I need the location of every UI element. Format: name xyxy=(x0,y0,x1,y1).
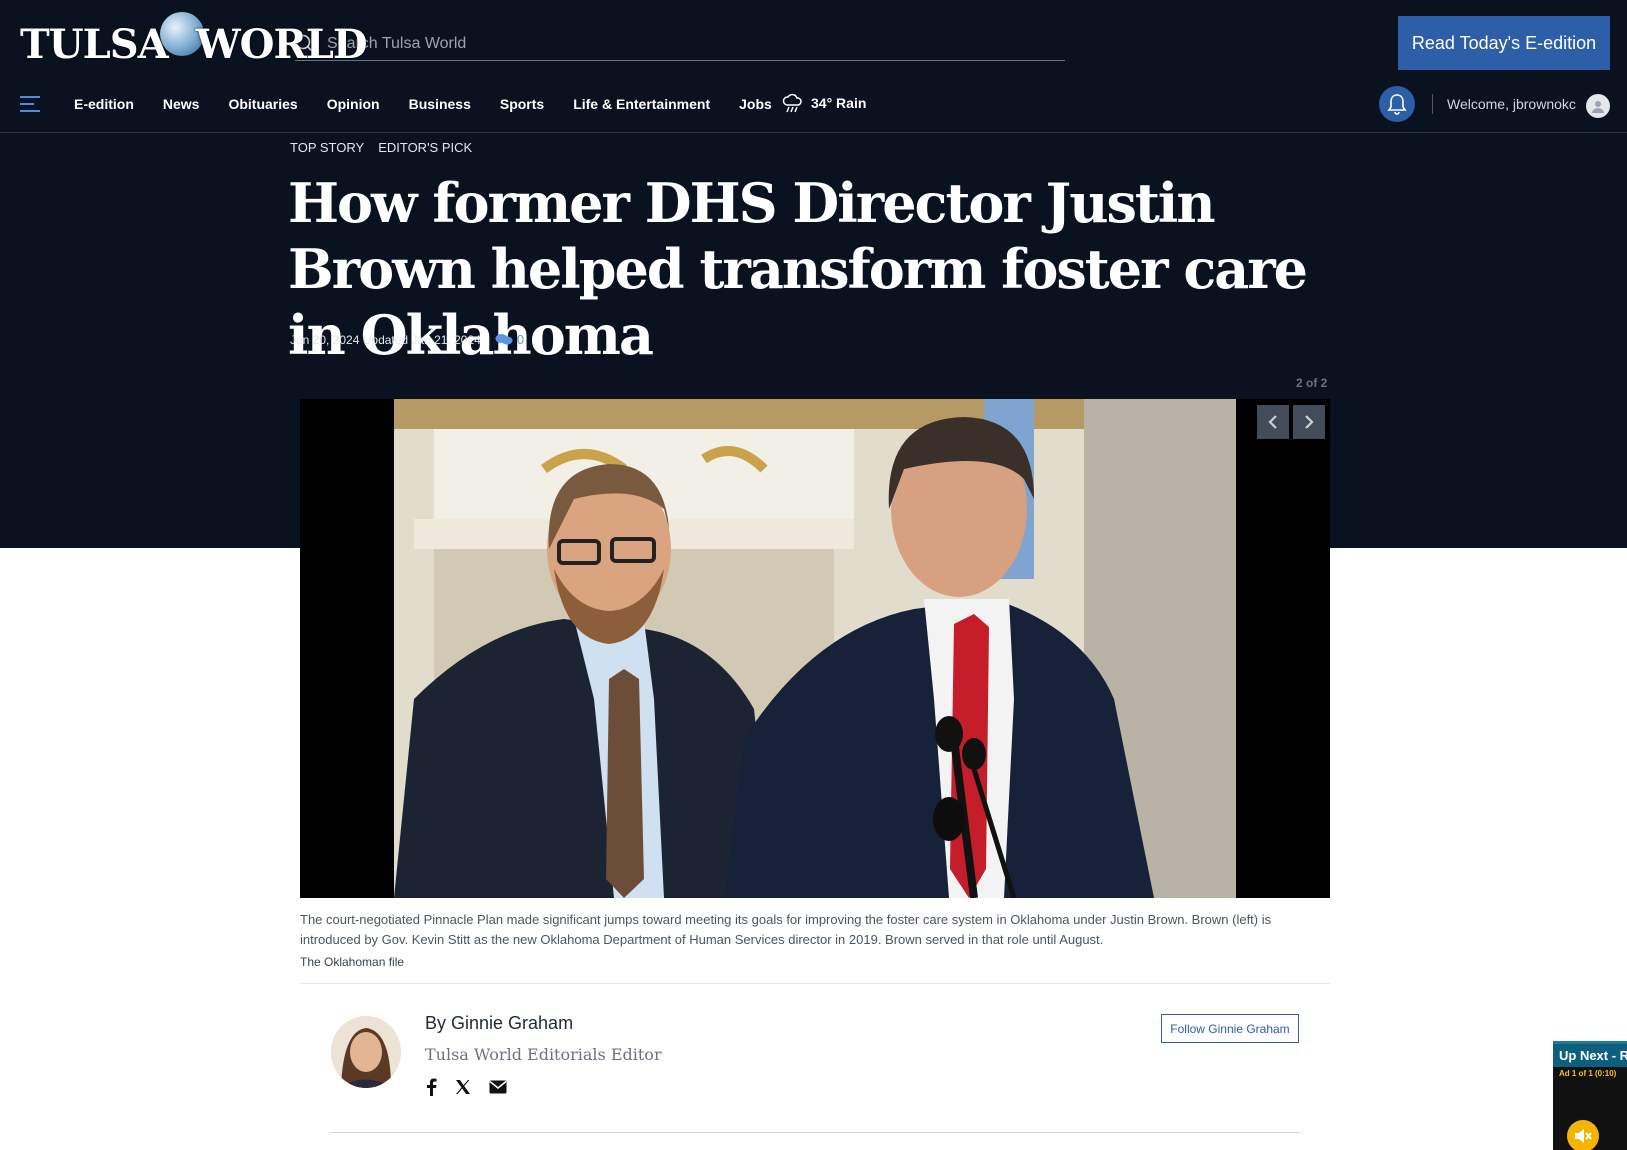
nav-item-opinion[interactable]: Opinion xyxy=(327,96,380,112)
gallery-prev-button[interactable] xyxy=(1257,405,1289,439)
chevron-right-icon xyxy=(1305,415,1314,429)
welcome-user-link[interactable]: Welcome, jbrownokc xyxy=(1447,96,1576,112)
mute-button[interactable] xyxy=(1567,1120,1599,1150)
read-eedition-button[interactable]: Read Today's E-edition xyxy=(1398,16,1610,70)
article-dates: Jan 20, 2024 Updated Jan 21, 2024 xyxy=(290,332,481,347)
up-next-video-widget[interactable]: Up Next - RE Ad 1 of 1 (0:10) xyxy=(1553,1041,1627,1150)
gallery-next-button[interactable] xyxy=(1293,405,1325,439)
ad-label: Ad 1 of 1 (0:10) xyxy=(1559,1069,1617,1078)
gallery-counter: 2 of 2 xyxy=(1296,376,1328,390)
rain-cloud-icon xyxy=(782,93,802,113)
hamburger-menu-icon[interactable] xyxy=(20,96,40,112)
follow-author-button[interactable]: Follow Ginnie Graham xyxy=(1161,1014,1299,1043)
search-bar xyxy=(295,28,1065,61)
tag-editors-pick[interactable]: EDITOR'S PICK xyxy=(378,140,472,155)
comment-count: 0 xyxy=(516,332,525,347)
chevron-left-icon xyxy=(1268,415,1277,429)
speaker-muted-icon xyxy=(1575,1129,1592,1143)
nav-divider xyxy=(1432,94,1433,114)
photo-caption: The court-negotiated Pinnacle Plan made … xyxy=(300,912,1272,947)
nav-item-jobs[interactable]: Jobs xyxy=(739,96,772,112)
author-social-links xyxy=(425,1078,507,1096)
nav-item-obituaries[interactable]: Obituaries xyxy=(228,96,297,112)
comments-link[interactable]: 0 xyxy=(495,332,524,347)
article-meta: Jan 20, 2024 Updated Jan 21, 2024 0 xyxy=(290,332,524,347)
author-avatar[interactable] xyxy=(331,1016,401,1088)
up-next-header: Up Next - RE xyxy=(1553,1044,1627,1067)
email-icon[interactable] xyxy=(489,1080,507,1094)
author-title: Tulsa World Editorials Editor xyxy=(425,1045,662,1064)
comments-icon xyxy=(495,334,513,345)
article-tags: TOP STORY EDITOR'S PICK xyxy=(290,140,472,155)
photo-credit: The Oklahoman file xyxy=(300,955,405,969)
logo-text-right: WORLD xyxy=(195,20,368,68)
nav-items: E-edition News Obituaries Opinion Busine… xyxy=(74,96,801,112)
weather-text: 34° Rain xyxy=(811,95,867,111)
x-icon[interactable] xyxy=(455,1079,471,1095)
nav-item-business[interactable]: Business xyxy=(409,96,471,112)
photo-illustration xyxy=(394,399,1236,898)
nav-item-life-entertainment[interactable]: Life & Entertainment xyxy=(573,96,710,112)
nav-item-news[interactable]: News xyxy=(163,96,200,112)
tag-top-story[interactable]: TOP STORY xyxy=(290,140,364,155)
nav-item-sports[interactable]: Sports xyxy=(500,96,544,112)
article-photo[interactable] xyxy=(394,399,1236,898)
nav-item-eedition[interactable]: E-edition xyxy=(74,96,134,112)
user-avatar-icon[interactable] xyxy=(1586,94,1610,118)
facebook-icon[interactable] xyxy=(425,1078,437,1096)
search-input[interactable] xyxy=(325,34,1029,54)
caption-divider xyxy=(300,983,1330,984)
author-byline[interactable]: By Ginnie Graham xyxy=(425,1013,573,1034)
site-logo[interactable]: TULSA WORLD xyxy=(20,12,368,74)
notifications-bell-icon[interactable] xyxy=(1379,86,1415,122)
photo-gallery[interactable] xyxy=(300,399,1330,898)
weather-widget[interactable]: 34° Rain xyxy=(781,92,866,114)
logo-text-left: TULSA xyxy=(20,20,169,68)
author-divider xyxy=(330,1132,1300,1133)
